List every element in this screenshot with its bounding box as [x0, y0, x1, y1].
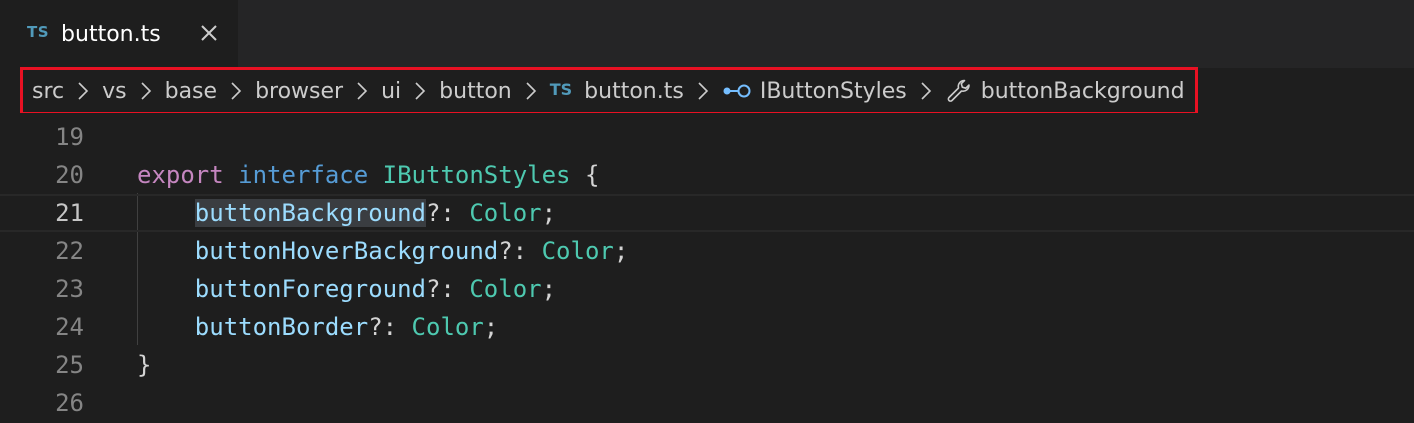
optional-colon: ?:: [498, 237, 542, 265]
breadcrumb-item-base[interactable]: base: [165, 79, 217, 104]
breadcrumb-label: button.ts: [584, 78, 684, 104]
line-number: 22: [55, 237, 84, 265]
property-name: buttonBackground: [194, 199, 426, 227]
breadcrumb-label: button: [439, 78, 512, 104]
semicolon: ;: [541, 199, 557, 227]
code-line-current: 21 buttonBackground?: Color;: [0, 194, 1414, 232]
keyword-export: export: [137, 161, 224, 189]
breadcrumb-item-buttonbackground[interactable]: buttonBackground: [945, 77, 1185, 105]
semicolon: ;: [483, 313, 499, 341]
breadcrumb: src vs base browser ui button TS button.…: [32, 68, 1185, 114]
code-line: 20 export interface IButtonStyles {: [0, 156, 1414, 194]
code-editor[interactable]: 19 20 export interface IButtonStyles { 2…: [0, 113, 1414, 423]
chevron-right-icon: [141, 82, 151, 100]
line-number: 25: [55, 351, 84, 379]
breadcrumb-item-button-ts[interactable]: TS button.ts: [550, 79, 684, 104]
breadcrumb-item-ibuttonstyles[interactable]: IButtonStyles: [722, 79, 907, 104]
chevron-right-icon: [921, 82, 931, 100]
breadcrumb-label: buttonBackground: [980, 78, 1185, 104]
type-name: Color: [411, 313, 484, 341]
line-number: 20: [55, 161, 84, 189]
breadcrumb-label: ui: [381, 78, 402, 104]
line-number: 21: [55, 199, 84, 227]
chevron-right-icon: [78, 82, 89, 100]
breadcrumb-item-button[interactable]: button: [439, 79, 512, 104]
breadcrumb-label: IButtonStyles: [759, 78, 907, 104]
code-line: 25 }: [0, 346, 1414, 384]
code-text: export interface IButtonStyles {: [137, 156, 599, 194]
wrench-icon: [947, 79, 970, 102]
tab-bar: TS button.ts: [0, 0, 1414, 68]
optional-colon: ?:: [425, 275, 470, 303]
optional-colon: ?:: [368, 313, 412, 341]
property-name: buttonBorder: [194, 313, 369, 341]
breadcrumb-label: vs: [102, 78, 127, 104]
breadcrumb-label: base: [164, 78, 218, 104]
code-line: 26: [0, 384, 1414, 422]
tab-button-ts[interactable]: TS button.ts: [0, 0, 238, 68]
code-text: buttonBorder?: Color;: [137, 308, 498, 346]
type-name: Color: [469, 275, 542, 303]
chevron-right-icon: [357, 82, 368, 100]
code-text: buttonHoverBackground?: Color;: [137, 232, 629, 270]
semicolon: ;: [613, 237, 629, 265]
chevron-right-icon: [415, 82, 426, 100]
tab-label: button.ts: [61, 21, 161, 47]
breadcrumb-item-vs[interactable]: vs: [102, 79, 126, 104]
keyword-interface: interface: [238, 161, 369, 189]
line-number: 24: [55, 313, 84, 341]
semicolon: ;: [541, 275, 557, 303]
breadcrumb-label: browser: [255, 78, 344, 104]
code-line: 22 buttonHoverBackground?: Color;: [0, 232, 1414, 270]
code-line: 19: [0, 118, 1414, 156]
ts-file-icon: TS: [27, 23, 50, 41]
breadcrumb-item-src[interactable]: src: [32, 79, 64, 104]
open-brace: {: [584, 161, 600, 189]
property-name: buttonForeground: [194, 275, 426, 303]
breadcrumb-label: src: [32, 78, 65, 104]
ts-file-icon: TS: [549, 79, 573, 99]
code-line: 23 buttonForeground?: Color;: [0, 270, 1414, 308]
property-name: buttonHoverBackground: [194, 237, 499, 265]
code-text: buttonForeground?: Color;: [137, 270, 556, 308]
code-line: 24 buttonBorder?: Color;: [0, 308, 1414, 346]
chevron-right-icon: [526, 82, 536, 100]
breadcrumb-item-ui[interactable]: ui: [381, 79, 401, 104]
chevron-right-icon: [231, 82, 242, 100]
type-name: Color: [469, 199, 542, 227]
code-text: }: [137, 346, 151, 384]
close-brace: }: [137, 351, 152, 379]
interface-icon: [723, 84, 751, 98]
type-name: Color: [541, 237, 614, 265]
close-icon[interactable]: [198, 22, 220, 44]
editor-window: TS button.ts src vs base browser ui butt…: [0, 0, 1414, 423]
interface-name: IButtonStyles: [382, 161, 571, 189]
line-number: 19: [55, 123, 84, 151]
optional-colon: ?:: [425, 199, 470, 227]
breadcrumb-item-browser[interactable]: browser: [255, 79, 343, 104]
chevron-right-icon: [698, 82, 708, 100]
line-number: 23: [55, 275, 84, 303]
line-number: 26: [55, 389, 84, 417]
code-text: buttonBackground?: Color;: [137, 196, 556, 230]
